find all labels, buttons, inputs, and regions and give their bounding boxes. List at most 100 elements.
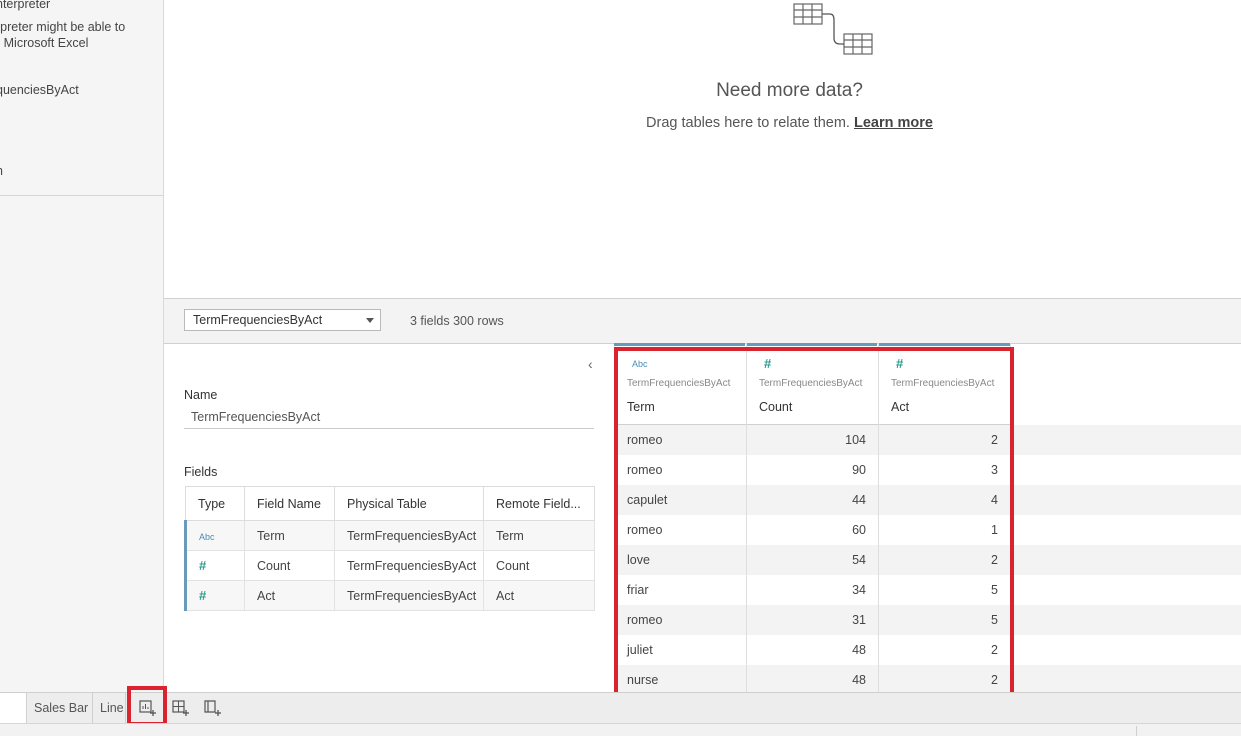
act-cell: 5 [991, 613, 998, 627]
number-type-icon[interactable]: # [199, 588, 206, 603]
count-cell: 34 [852, 583, 866, 597]
grid-column-accents [614, 343, 1010, 346]
interpreter-text: nterpreter [0, 0, 51, 11]
learn-more-link[interactable]: Learn more [854, 115, 933, 131]
column-source-table: TermFrequenciesByAct [891, 378, 995, 389]
column-name: Count [759, 400, 793, 414]
term-cell: love [627, 553, 650, 567]
term-cell: romeo [627, 463, 663, 477]
tab-line[interactable]: Line [93, 693, 126, 724]
term-cell: romeo [627, 613, 663, 627]
count-cell: 60 [852, 523, 866, 537]
sheet-tab-strip: Sales Bar Line [0, 692, 1241, 724]
act-cell: 2 [991, 673, 998, 687]
column-header-field-name[interactable]: Field Name [244, 486, 335, 521]
table-row[interactable]: romeo 104 2 [614, 425, 1241, 455]
table-toolbar: TermFrequenciesByAct 3 fields 300 rows [164, 298, 1241, 344]
fields-table: Type Field Name Physical Table Remote Fi… [184, 486, 595, 611]
tab-sales-bar[interactable]: Sales Bar [27, 693, 93, 724]
number-type-icon[interactable]: # [896, 356, 903, 371]
relate-tables-icon [793, 3, 873, 55]
status-bar [0, 723, 1241, 736]
field-row[interactable]: Abc Term TermFrequenciesByAct Term [184, 520, 595, 551]
act-cell: 3 [991, 463, 998, 477]
string-type-icon[interactable]: Abc [632, 359, 648, 369]
drag-tables-text: Drag tables here to relate them. Learn m… [164, 115, 1241, 131]
table-row[interactable]: friar 34 5 [614, 575, 1241, 605]
column-header-remote-field[interactable]: Remote Field... [483, 486, 595, 521]
type-cell[interactable]: # [184, 580, 245, 611]
column-divider [1010, 343, 1011, 425]
remote-field-cell: Term [483, 520, 595, 551]
number-type-icon[interactable]: # [764, 356, 771, 371]
count-cell: 104 [845, 433, 866, 447]
column-accent [879, 343, 1010, 346]
act-cell: 2 [991, 553, 998, 567]
table-row[interactable]: romeo 90 3 [614, 455, 1241, 485]
new-worksheet-icon[interactable] [137, 697, 159, 719]
column-name: Act [891, 400, 910, 414]
chevron-down-icon [366, 318, 374, 323]
count-cell: 48 [852, 643, 866, 657]
interpreter-hint-text-2: r Microsoft Excel [0, 36, 89, 50]
column-accent [614, 343, 745, 346]
table-row[interactable]: romeo 31 5 [614, 605, 1241, 635]
interpreter-hint-text: rpreter might be able to [0, 20, 126, 34]
field-row[interactable]: # Count TermFrequenciesByAct Count [184, 550, 595, 581]
physical-table-cell: TermFrequenciesByAct [334, 580, 484, 611]
act-cell: 2 [991, 643, 998, 657]
type-cell[interactable]: # [184, 550, 245, 581]
column-divider [878, 343, 879, 692]
table-row[interactable]: juliet 48 2 [614, 635, 1241, 665]
table-select-value: TermFrequenciesByAct [193, 313, 323, 327]
term-cell: juliet [627, 643, 653, 657]
number-type-icon[interactable]: # [199, 558, 206, 573]
name-label: Name [184, 388, 218, 402]
column-accent [747, 343, 877, 346]
column-name: Term [627, 400, 655, 414]
table-select-dropdown[interactable]: TermFrequenciesByAct [184, 309, 381, 331]
need-more-data-heading: Need more data? [716, 80, 863, 101]
count-cell: 31 [852, 613, 866, 627]
field-name-cell[interactable]: Count [244, 550, 335, 581]
collapse-panel-chevron-icon[interactable]: ‹ [588, 356, 593, 372]
table-row[interactable]: nurse 48 2 [614, 665, 1241, 692]
term-cell: capulet [627, 493, 668, 507]
data-pane: nterpreter rpreter might be able to r Mi… [0, 0, 164, 692]
type-cell[interactable]: Abc [184, 520, 245, 551]
act-cell: 5 [991, 583, 998, 597]
sheet-item-termfrequenciesbyact[interactable]: quenciesByAct [0, 83, 79, 97]
pane-divider [0, 195, 163, 196]
count-cell: 48 [852, 673, 866, 687]
remote-field-cell: Count [483, 550, 595, 581]
act-cell: 4 [991, 493, 998, 507]
string-type-icon[interactable]: Abc [199, 532, 215, 542]
fields-label: Fields [184, 465, 218, 479]
relationship-canvas[interactable]: Need more data? Drag tables here to rela… [164, 0, 1241, 298]
term-cell: nurse [627, 673, 659, 687]
column-source-table: TermFrequenciesByAct [759, 378, 863, 389]
field-row[interactable]: # Act TermFrequenciesByAct Act [184, 580, 595, 611]
physical-table-cell: TermFrequenciesByAct [334, 520, 484, 551]
table-row[interactable]: romeo 60 1 [614, 515, 1241, 545]
field-name-cell[interactable]: Term [244, 520, 335, 551]
term-cell: romeo [627, 523, 663, 537]
count-cell: 44 [852, 493, 866, 507]
new-story-icon[interactable] [202, 697, 224, 719]
physical-table-cell: TermFrequenciesByAct [334, 550, 484, 581]
column-header-physical-table[interactable]: Physical Table [334, 486, 484, 521]
table-row[interactable]: capulet 44 4 [614, 485, 1241, 515]
count-cell: 54 [852, 553, 866, 567]
remote-field-cell: Act [483, 580, 595, 611]
fields-rows-summary: 3 fields 300 rows [410, 314, 504, 328]
new-dashboard-icon[interactable] [170, 697, 192, 719]
column-header-type[interactable]: Type [185, 486, 245, 521]
new-union-item[interactable]: n [0, 164, 3, 178]
table-name-field[interactable]: TermFrequenciesByAct [184, 405, 594, 429]
column-divider [746, 343, 747, 692]
table-row[interactable]: love 54 2 [614, 545, 1241, 575]
tab-data-source[interactable] [0, 693, 27, 724]
drag-tables-label: Drag tables here to relate them. [646, 115, 850, 131]
term-cell: friar [627, 583, 649, 597]
field-name-cell[interactable]: Act [244, 580, 335, 611]
